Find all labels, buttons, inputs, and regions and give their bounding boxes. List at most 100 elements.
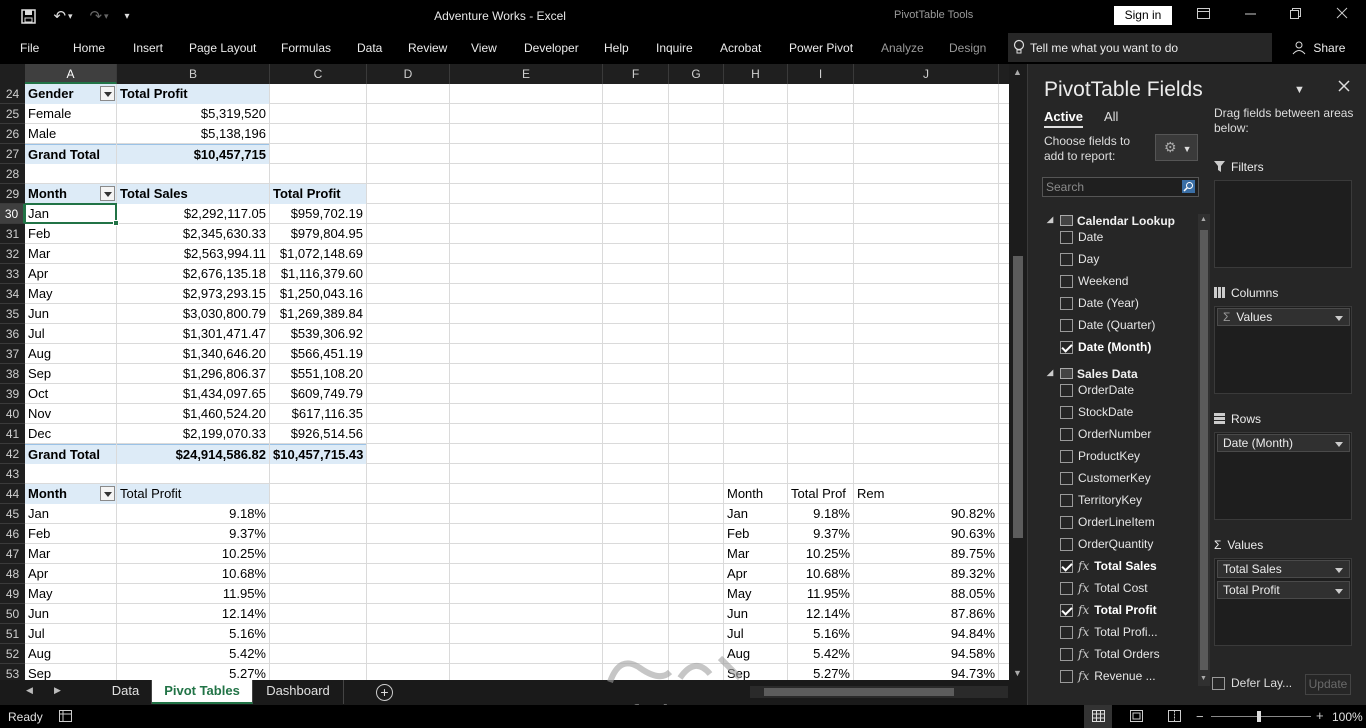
table-cell[interactable]: 89.75% [854,544,998,564]
pivot-header-total-profit[interactable]: Total Profit [117,484,269,504]
minimize-icon[interactable] [1245,7,1257,22]
macro-recorder-icon[interactable] [59,710,72,725]
table-cell[interactable]: 9.37% [788,524,853,544]
row-header-51[interactable]: 51 [0,624,25,644]
column-header-f[interactable]: F [603,64,669,84]
ribbon-tab-formulas[interactable]: Formulas [281,41,331,55]
ribbon-tab-acrobat[interactable]: Acrobat [720,41,761,55]
normal-view-icon[interactable] [1084,705,1112,728]
table-cell[interactable]: 94.84% [854,624,998,644]
field-group-calendar-lookup[interactable]: ◢ Calendar Lookup [1047,214,1175,228]
row-header-30[interactable]: 30 [0,204,25,224]
pivot-grand-total-value[interactable]: $10,457,715.43 [270,444,366,464]
field-checkbox[interactable] [1060,494,1073,507]
field-item[interactable]: fx Revenue ... [1060,669,1156,683]
pivot-value[interactable]: $2,563,994.11 [117,244,269,264]
row-header-26[interactable]: 26 [0,124,25,144]
vertical-scrollbar[interactable]: ▲ ▼ [1009,64,1027,684]
row-header-33[interactable]: 33 [0,264,25,284]
pivot-value[interactable]: $539,306.92 [270,324,366,344]
field-checkbox[interactable] [1060,231,1073,244]
table-cell[interactable]: May [724,584,787,604]
ribbon-tab-help[interactable]: Help [604,41,629,55]
field-item[interactable]: Day [1060,252,1099,266]
columns-area[interactable]: Columns Σ Values [1214,286,1353,396]
values-chip-total-sales[interactable]: Total Sales [1217,560,1350,578]
row-header-37[interactable]: 37 [0,344,25,364]
table-cell[interactable]: Jan [724,504,787,524]
pivot-value[interactable]: $617,116.35 [270,404,366,424]
pivot-grand-total-label[interactable]: Grand Total [25,444,116,464]
pivot-row-label[interactable]: Jun [25,604,116,624]
rows-drop-zone[interactable]: Date (Month) [1214,432,1352,520]
row-header-27[interactable]: 27 [0,144,25,164]
horizontal-scrollbar[interactable] [750,686,1008,698]
field-checkbox[interactable] [1060,626,1073,639]
worksheet-grid[interactable]: Gender Total Profit Female $5,319,520 Male $5… [25,84,1009,680]
field-item[interactable]: TerritoryKey [1060,493,1142,507]
row-header-41[interactable]: 41 [0,424,25,444]
table-cell[interactable]: 88.05% [854,584,998,604]
tell-me-search[interactable]: Tell me what you want to do [1008,33,1272,62]
column-header-c[interactable]: C [270,64,367,84]
pivot-value[interactable]: $926,514.56 [270,424,366,444]
sign-in-button[interactable]: Sign in [1114,6,1172,25]
row-header-45[interactable]: 45 [0,504,25,524]
table-cell[interactable]: 12.14% [788,604,853,624]
field-item[interactable]: fx Total Cost [1060,581,1148,595]
pivot-value[interactable]: $3,030,800.79 [117,304,269,324]
pivot-grand-total-value[interactable]: $10,457,715 [117,144,269,164]
table-header-month[interactable]: Month [724,484,787,504]
ribbon-tab-design[interactable]: Design [949,41,986,55]
field-checkbox[interactable] [1060,560,1073,573]
column-header-i[interactable]: I [788,64,854,84]
field-checkbox[interactable] [1060,648,1073,661]
restore-icon[interactable] [1290,7,1302,22]
pivot-value[interactable]: $2,345,630.33 [117,224,269,244]
row-header-46[interactable]: 46 [0,524,25,544]
row-header-49[interactable]: 49 [0,584,25,604]
pivot-value[interactable]: $5,138,196 [117,124,269,144]
pivot-value[interactable]: $1,340,646.20 [117,344,269,364]
pivot-row-label[interactable]: Sep [25,364,116,384]
field-checkbox[interactable] [1060,275,1073,288]
update-button[interactable]: Update [1305,674,1351,695]
ribbon-tab-page-layout[interactable]: Page Layout [189,41,256,55]
ribbon-tab-analyze[interactable]: Analyze [881,41,924,55]
next-sheet-icon[interactable]: ▶ [54,685,61,696]
pivot-value[interactable]: $609,749.79 [270,384,366,404]
scroll-up-icon[interactable]: ▲ [1013,67,1022,77]
pivot-value[interactable]: 10.25% [117,544,269,564]
filters-drop-zone[interactable] [1214,180,1352,268]
pivot-grand-total-value[interactable]: $24,914,586.82 [117,444,269,464]
pivot-header-total-profit[interactable]: Total Profit [270,184,366,204]
field-checkbox[interactable] [1060,297,1073,310]
row-header-28[interactable]: 28 [0,164,25,184]
pivot-value[interactable]: $1,434,097.65 [117,384,269,404]
field-checkbox[interactable] [1060,582,1073,595]
rows-area[interactable]: Rows Date (Month) [1214,412,1353,522]
table-header-total-profit[interactable]: Total Prof [788,484,853,504]
fill-handle[interactable] [113,220,119,226]
pivot-value[interactable]: $979,804.95 [270,224,366,244]
pivot-row-label[interactable]: Mar [25,244,116,264]
zoom-slider[interactable] [1211,711,1311,722]
pivot-row-label[interactable]: Apr [25,264,116,284]
columns-drop-zone[interactable]: Σ Values [1214,306,1352,394]
add-sheet-button[interactable]: + [376,684,393,701]
filters-area[interactable]: Filters [1214,160,1353,270]
column-header-a[interactable]: A [25,64,117,84]
row-header-36[interactable]: 36 [0,324,25,344]
pivot-value[interactable]: $2,199,070.33 [117,424,269,444]
pivot-value[interactable]: $1,250,043.16 [270,284,366,304]
pivot-value[interactable]: $1,301,471.47 [117,324,269,344]
row-header-43[interactable]: 43 [0,464,25,484]
pivot-row-label[interactable]: Dec [25,424,116,444]
pane-close-icon[interactable] [1338,79,1350,97]
pivot-row-label[interactable]: Feb [25,224,116,244]
pivot-row-label[interactable]: May [25,284,116,304]
rows-chip-date-month[interactable]: Date (Month) [1217,434,1350,452]
filter-dropdown-icon[interactable] [100,86,115,101]
field-item[interactable]: Date (Quarter) [1060,318,1155,332]
close-icon[interactable] [1336,7,1348,22]
